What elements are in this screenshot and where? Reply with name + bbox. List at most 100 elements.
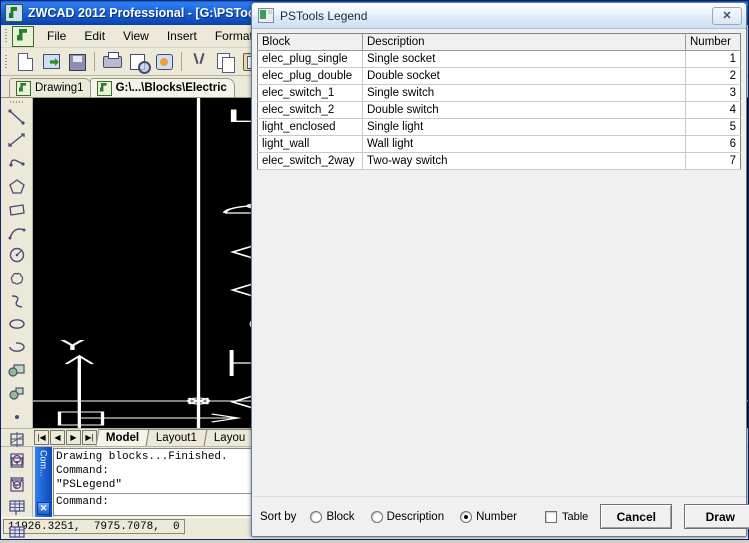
polygon-icon[interactable]: [5, 175, 29, 198]
table-checkbox-group[interactable]: Table: [545, 510, 589, 523]
cell-description: Double socket: [362, 67, 686, 85]
new-file-icon[interactable]: [13, 50, 37, 73]
document-tab-electric[interactable]: G:\...\Blocks\Electric: [89, 78, 235, 97]
toolbar-separator: [181, 52, 182, 71]
insert-block-icon[interactable]: [5, 359, 29, 382]
cell-block: elec_switch_1: [257, 84, 363, 102]
legend-table[interactable]: Block Description Number elec_plug_singl…: [257, 33, 741, 170]
radio-sort-number[interactable]: Number: [460, 510, 517, 523]
radio-sort-block[interactable]: Block: [310, 510, 355, 523]
region-icon[interactable]: [5, 448, 29, 471]
first-layout-button[interactable]: |◀: [34, 430, 49, 445]
checkbox-table[interactable]: [545, 510, 557, 523]
next-layout-button[interactable]: ▶: [66, 430, 81, 445]
table-row[interactable]: light_wall Wall light 6: [257, 135, 741, 153]
print-icon[interactable]: [100, 50, 124, 73]
draw-toolbar-drag-grip[interactable]: [7, 99, 26, 105]
previous-layout-button[interactable]: ◀: [50, 430, 65, 445]
radio-label-description: Description: [386, 510, 445, 523]
cancel-button[interactable]: Cancel: [600, 504, 673, 529]
cell-description: Single socket: [362, 50, 686, 68]
drawing-file-icon: [96, 80, 112, 96]
table-row[interactable]: elec_switch_2way Two-way switch 7: [257, 152, 741, 170]
menu-item-view[interactable]: View: [114, 27, 158, 45]
cell-block: elec_plug_double: [257, 67, 363, 85]
zwcad-app-icon: [5, 4, 23, 22]
copy-icon[interactable]: [213, 50, 237, 73]
toolbar-separator: [94, 52, 95, 71]
polyline-icon[interactable]: [5, 152, 29, 175]
table-header-row: Block Description Number: [257, 33, 741, 51]
dialog-footer: Sort by Block Description Number Table C…: [252, 496, 749, 536]
menu-item-edit[interactable]: Edit: [75, 27, 114, 45]
print-preview-icon[interactable]: [126, 50, 151, 74]
command-gutter: [1, 447, 33, 517]
line-icon[interactable]: [5, 106, 29, 129]
layout-tab-model[interactable]: Model: [95, 429, 150, 446]
cell-description: Single switch: [362, 84, 686, 102]
save-icon[interactable]: [65, 50, 89, 73]
pstools-legend-dialog: PSTools Legend ✕ Block Description Numbe…: [251, 2, 749, 537]
revision-cloud-icon[interactable]: [5, 267, 29, 290]
arc-icon[interactable]: [5, 221, 29, 244]
column-header-block[interactable]: Block: [257, 33, 363, 51]
column-header-number[interactable]: Number: [685, 33, 741, 51]
document-tab-label: G:\...\Blocks\Electric: [115, 82, 227, 94]
table-row[interactable]: elec_plug_double Double socket 2: [257, 67, 741, 85]
cell-description: Wall light: [362, 135, 686, 153]
layout-tab-layout2[interactable]: Layou: [203, 429, 257, 446]
layout-tab-layout1[interactable]: Layout1: [145, 429, 208, 446]
radio-button-block[interactable]: [310, 510, 323, 523]
plot-icon[interactable]: [152, 50, 176, 73]
dialog-title-bar[interactable]: PSTools Legend ✕: [252, 3, 746, 29]
cell-description: Two-way switch: [362, 152, 686, 170]
menu-item-file[interactable]: File: [38, 27, 75, 45]
last-layout-button[interactable]: ▶|: [82, 430, 97, 445]
cell-description: Double switch: [362, 101, 686, 119]
zwcad-title-text: ZWCAD 2012 Professional - [G:\PSTools\: [28, 6, 270, 20]
point-icon[interactable]: [5, 405, 29, 428]
table-row[interactable]: elec_plug_single Single socket 1: [257, 50, 741, 68]
open-file-icon[interactable]: [39, 50, 63, 73]
layout-tab-label: Layout1: [156, 432, 198, 444]
cell-number: 5: [685, 118, 741, 136]
table-icon[interactable]: [5, 494, 29, 517]
close-icon[interactable]: ✕: [712, 6, 742, 25]
table-row[interactable]: elec_switch_2 Double switch 4: [257, 101, 741, 119]
table-row[interactable]: light_enclosed Single light 5: [257, 118, 741, 136]
svg-text:Y: Y: [59, 339, 85, 354]
menu-item-insert[interactable]: Insert: [158, 27, 206, 45]
cut-icon[interactable]: [187, 50, 211, 73]
command-window-close-button[interactable]: ✕: [37, 502, 50, 515]
radio-sort-description[interactable]: Description: [370, 510, 445, 523]
radio-button-description[interactable]: [370, 510, 383, 523]
zwcad-document-icon[interactable]: [12, 25, 34, 47]
ellipse-icon[interactable]: [5, 313, 29, 336]
table-row[interactable]: elec_switch_1 Single switch 3: [257, 84, 741, 102]
command-window-dock-bar[interactable]: Com... ✕: [35, 447, 52, 517]
construction-line-icon[interactable]: [5, 129, 29, 152]
document-tab-drawing1[interactable]: Drawing1: [9, 78, 92, 97]
cell-block: elec_plug_single: [257, 50, 363, 68]
circle-icon[interactable]: [5, 244, 29, 267]
spline-icon[interactable]: [5, 290, 29, 313]
checkbox-label-table: Table: [562, 510, 589, 523]
coordinate-readout[interactable]: 11926.3251, 7975.7078, 0: [3, 519, 185, 534]
toolbar-drag-grip[interactable]: [3, 52, 10, 71]
column-header-description[interactable]: Description: [362, 33, 686, 51]
radio-button-number[interactable]: [460, 510, 473, 523]
cell-block: light_enclosed: [257, 118, 363, 136]
cell-number: 7: [685, 152, 741, 170]
multiline-text-icon[interactable]: [5, 471, 29, 494]
menu-drag-grip[interactable]: [3, 27, 10, 45]
sort-by-label: Sort by: [260, 510, 297, 523]
dialog-body: Block Description Number elec_plug_singl…: [252, 29, 746, 496]
ellipse-arc-icon[interactable]: [5, 336, 29, 359]
make-block-icon[interactable]: [5, 382, 29, 405]
rectangle-icon[interactable]: [5, 198, 29, 221]
cell-block: elec_switch_2way: [257, 152, 363, 170]
cell-number: 3: [685, 84, 741, 102]
cell-block: light_wall: [257, 135, 363, 153]
cell-number: 2: [685, 67, 741, 85]
draw-button[interactable]: Draw: [684, 504, 749, 529]
